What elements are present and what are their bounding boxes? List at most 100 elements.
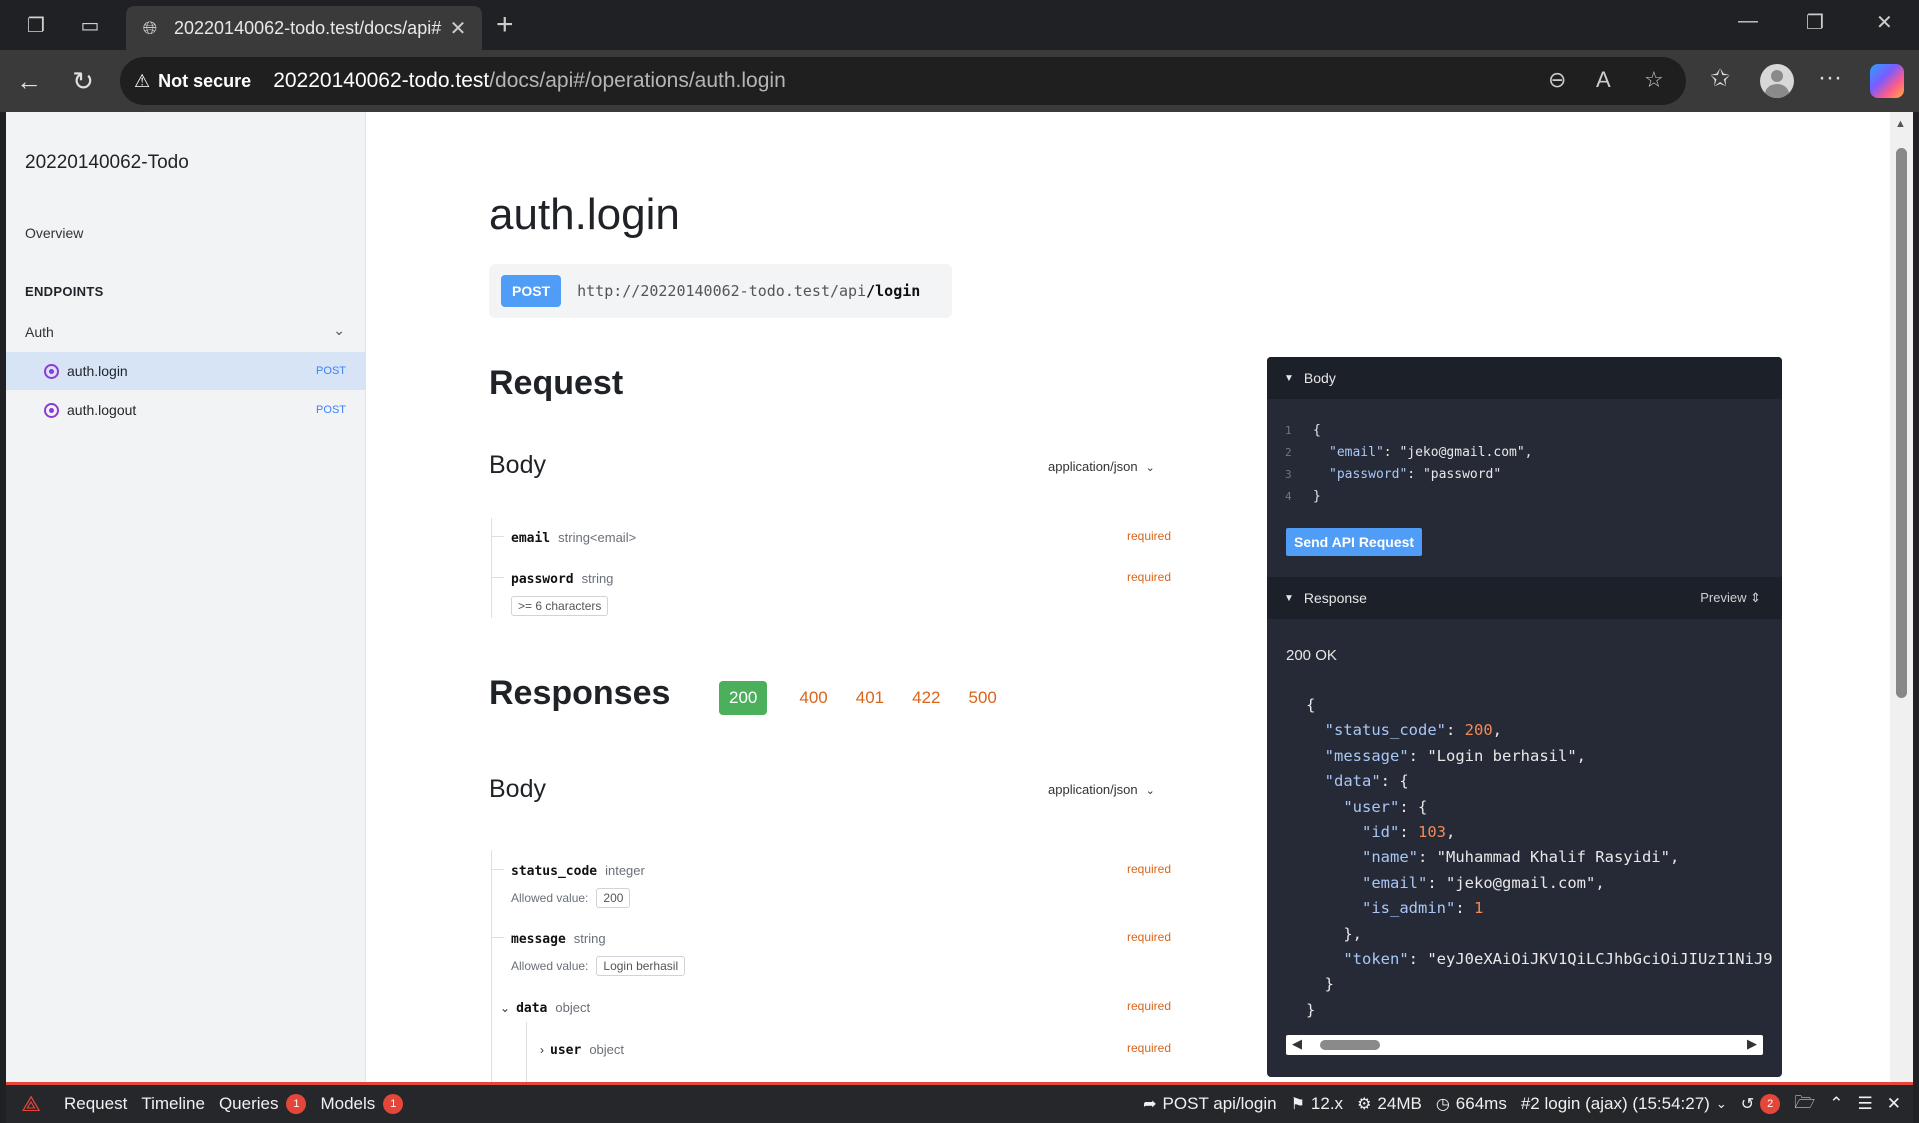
expand-up-icon[interactable]: ⌃ <box>1829 1094 1843 1114</box>
scroll-right-icon[interactable]: ▶ <box>1747 1036 1757 1052</box>
globe-icon: 🌐︎ <box>142 17 158 38</box>
horizontal-scrollbar[interactable]: ◀ ▶ <box>1286 1035 1763 1055</box>
request-heading: Request <box>489 364 624 402</box>
endpoint-url-box: POST http://20220140062-todo.test/api/lo… <box>489 264 952 318</box>
chevron-right-icon: › <box>540 1043 544 1057</box>
page: 20220140062-Todo Overview ENDPOINTS Auth… <box>6 112 1896 1082</box>
cogs-icon: ⚙ <box>1357 1096 1372 1113</box>
chevron-down-icon: ⌄ <box>1145 462 1155 474</box>
tab-actions-icon[interactable]: ▭ <box>76 11 104 39</box>
allowed-value-chip: 200 <box>596 888 631 908</box>
avatar[interactable] <box>1760 64 1794 98</box>
vertical-scrollbar[interactable]: ▲ <box>1890 112 1913 1082</box>
more-icon[interactable]: ··· <box>1818 64 1842 92</box>
tab-status-200[interactable]: 200 <box>719 681 768 715</box>
laravel-icon: ⚑ <box>1290 1096 1305 1113</box>
chevron-down-icon: ⌄ <box>1145 785 1155 797</box>
caret-down-icon: ▼ <box>1284 372 1294 384</box>
tab-status-422[interactable]: 422 <box>912 688 940 708</box>
body-section-header[interactable]: ▼ Body <box>1267 357 1782 399</box>
debugbar: ⟁ Request Timeline Queries 1 Models 1 ➦ POS… <box>6 1082 1913 1123</box>
debugbar-request-select[interactable]: #2 login (ajax) (15:54:27) ⌄ <box>1521 1094 1727 1114</box>
scroll-up-icon[interactable]: ▲ <box>1895 118 1906 130</box>
main-content: auth.login POST http://20220140062-todo.… <box>6 112 1896 1082</box>
window-close-icon[interactable]: ✕ <box>1876 10 1893 35</box>
debugbar-tab-request[interactable]: Request <box>64 1094 127 1114</box>
zoom-out-icon[interactable]: ⊖ <box>1548 67 1566 93</box>
required-label: required <box>1126 862 1171 876</box>
scroll-left-icon[interactable]: ◀ <box>1292 1036 1302 1052</box>
request-field-email: email string<email> required <box>511 529 1171 546</box>
url-host: 20220140062-todo.test <box>273 69 490 92</box>
chevron-down-icon: ⌄ <box>1715 1096 1727 1111</box>
allowed-value-chip: Login berhasil <box>596 956 686 976</box>
back-icon[interactable]: ← <box>12 64 46 98</box>
close-tab-icon[interactable]: ✕ <box>446 16 470 41</box>
try-it-panel: ▼ Body 1{ 2 "email": "jeko@gmail.com", 3 "… <box>1267 357 1782 1077</box>
share-icon: ➦ <box>1143 1096 1157 1113</box>
copilot-icon[interactable] <box>1870 64 1904 98</box>
close-debugbar-icon[interactable]: ✕ <box>1887 1094 1901 1114</box>
page-title: auth.login <box>489 190 680 239</box>
request-body-editor[interactable]: 1{ 2 "email": "jeko@gmail.com", 3 "passwor… <box>1267 399 1782 507</box>
read-aloud-icon[interactable]: A <box>1596 67 1611 93</box>
required-label: required <box>1126 1041 1171 1055</box>
send-api-request-button[interactable]: Send API Request <box>1286 528 1423 556</box>
refresh-icon[interactable]: ↻ <box>66 64 100 98</box>
minimize-icon[interactable]: — <box>1738 10 1758 33</box>
preview-select[interactable]: Preview ⇕ <box>1700 590 1761 606</box>
endpoint-url: http://20220140062-todo.test/api/login <box>577 282 921 300</box>
scrollbar-thumb[interactable] <box>1320 1040 1380 1050</box>
status-code-tabs: 200 400 401 422 500 <box>719 681 1025 715</box>
tab-status-500[interactable]: 500 <box>969 688 997 708</box>
restore-icon[interactable]: ❐ <box>1806 10 1824 35</box>
debugbar-tab-timeline[interactable]: Timeline <box>141 1094 205 1114</box>
tab-status-401[interactable]: 401 <box>856 688 884 708</box>
tree-line <box>491 518 492 618</box>
scrollbar-thumb[interactable] <box>1896 148 1907 698</box>
debugbar-history[interactable]: ↺ 2 <box>1740 1094 1781 1114</box>
response-field-user[interactable]: › user object required <box>540 1041 1191 1059</box>
response-field-status-code: status_code integer required Allowed valu… <box>511 862 1191 908</box>
response-content-type-select[interactable]: application/json ⌄ <box>1048 782 1155 797</box>
browser-tab[interactable]: 🌐︎ 20220140062-todo.test/docs/api# ✕ <box>126 6 482 50</box>
tab-bar: ❐ ▭ 🌐︎ 20220140062-todo.test/docs/api# ✕… <box>0 0 1919 50</box>
response-json: { "status_code": 200, "message": "Login … <box>1306 696 1773 1019</box>
history-icon: ↺ <box>1740 1096 1755 1113</box>
method-badge: POST <box>501 275 562 307</box>
address-bar[interactable]: ⚠ Not secure 20220140062-todo.test/docs/… <box>120 57 1686 105</box>
new-tab-icon[interactable]: + <box>496 8 514 42</box>
response-section-header[interactable]: ▼ Response Preview ⇕ <box>1267 577 1782 619</box>
debugbar-time: ◷ 664ms <box>1435 1094 1507 1113</box>
required-label: required <box>1126 930 1171 944</box>
tab-status-400[interactable]: 400 <box>799 688 827 708</box>
caret-down-icon: ▼ <box>1284 592 1294 604</box>
responses-heading: Responses <box>489 674 671 712</box>
request-body-heading: Body <box>489 451 546 479</box>
response-body-heading: Body <box>489 775 546 803</box>
address-row: ← ↻ ⚠ Not secure 20220140062-todo.test/d… <box>0 50 1919 112</box>
workspaces-icon[interactable]: ❐ <box>22 11 50 39</box>
open-folder-icon[interactable]: 🗁︎ <box>1794 1090 1815 1119</box>
warning-icon: ⚠ <box>134 70 151 91</box>
favorite-star-icon[interactable]: ☆ <box>1644 67 1664 93</box>
tree-line <box>491 850 492 1082</box>
response-field-message: message string required Allowed value: Log… <box>511 930 1191 976</box>
debugbar-tab-queries[interactable]: Queries 1 <box>219 1094 307 1114</box>
models-count-badge: 1 <box>383 1094 404 1114</box>
laravel-logo-icon[interactable]: ⟁ <box>12 1085 50 1123</box>
debugbar-tab-models[interactable]: Models 1 <box>320 1094 404 1114</box>
queries-count-badge: 1 <box>286 1094 307 1114</box>
constraint-chip: >= 6 characters <box>511 596 609 616</box>
clock-icon: ◷ <box>1435 1096 1450 1113</box>
sort-icon: ⇕ <box>1750 590 1761 605</box>
response-field-data[interactable]: ⌄ data object required <box>500 999 1180 1017</box>
request-content-type-select[interactable]: application/json ⌄ <box>1048 459 1155 474</box>
settings-icon[interactable]: ☰ <box>1858 1094 1873 1114</box>
tab-title: 20220140062-todo.test/docs/api# <box>174 17 442 38</box>
debugbar-memory: ⚙ 24MB <box>1357 1094 1422 1113</box>
chevron-down-icon: ⌄ <box>500 1001 511 1015</box>
debugbar-route[interactable]: ➦ POST api/login <box>1143 1094 1276 1114</box>
security-label[interactable]: Not secure <box>158 71 251 92</box>
favorites-icon[interactable]: ✩ <box>1710 64 1730 93</box>
